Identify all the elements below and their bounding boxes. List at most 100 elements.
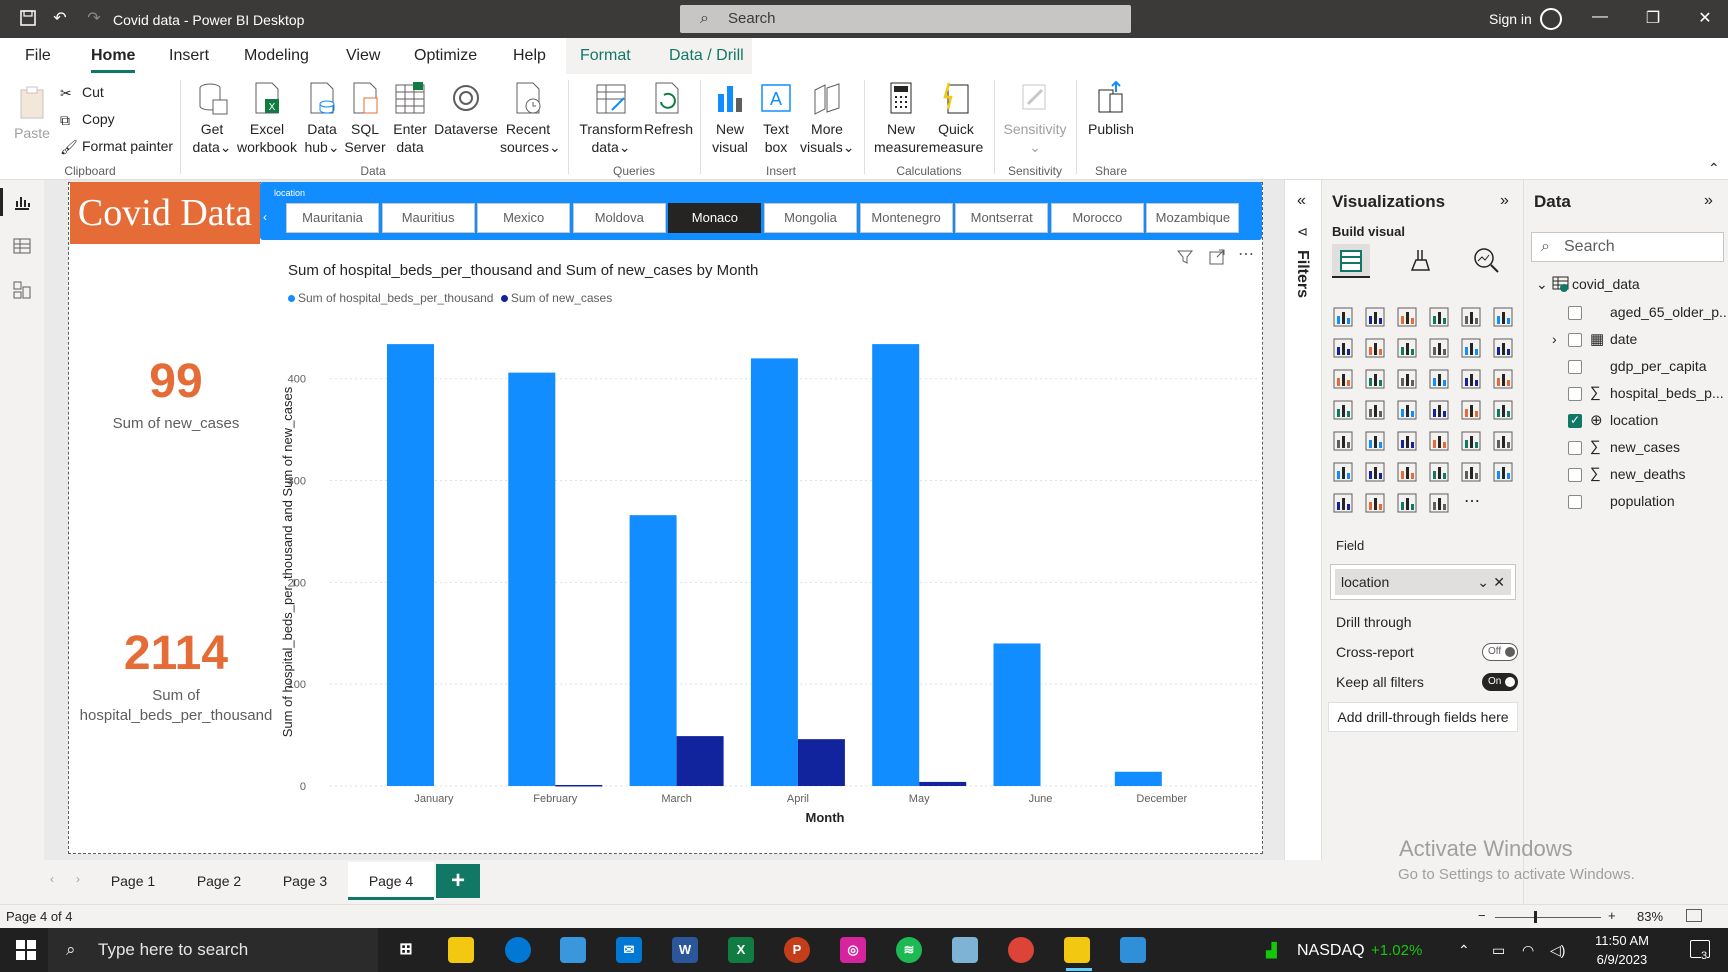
spotify-icon[interactable]: ≋ [896, 937, 922, 963]
publish-button[interactable]: Publish [1084, 80, 1138, 138]
tab-format[interactable]: Format [580, 47, 631, 65]
page-tab-2[interactable]: Page 2 [176, 862, 262, 900]
field-hospital-beds-p[interactable]: hospital_beds_p... [1610, 385, 1724, 401]
keep-filters-toggle[interactable]: On [1482, 673, 1518, 691]
powerpoint-icon[interactable]: P [784, 937, 810, 963]
page-tab-3[interactable]: Page 3 [262, 862, 348, 900]
field-new-deaths[interactable]: new_deaths [1610, 466, 1686, 482]
wifi-icon[interactable]: ◠ [1522, 942, 1534, 959]
windows-start-icon[interactable] [16, 940, 36, 960]
search-box[interactable]: ⌕ Search [680, 5, 1131, 33]
viz-paginated-icon[interactable] [1332, 492, 1356, 516]
cut-button[interactable]: ✂ Cut [60, 84, 104, 101]
system-clock[interactable]: 11:50 AM 6/9/2023 [1595, 931, 1649, 969]
sensitivity-button[interactable]: Sensitivity ⌄ [1000, 80, 1070, 156]
data-hub-button[interactable]: Data hub⌄ [302, 80, 342, 156]
field-checkbox[interactable] [1568, 306, 1582, 320]
field-pill[interactable]: location ⌄ ✕ [1335, 569, 1511, 595]
slicer-item[interactable]: Monaco [668, 203, 762, 233]
slicer-scroll-left-icon[interactable]: ‹ [263, 210, 267, 224]
tab-data-drill[interactable]: Data / Drill [669, 47, 744, 65]
page-scroll-left-icon[interactable]: ‹ [50, 872, 54, 886]
table-expand-chevron-icon[interactable]: ⌄ [1536, 276, 1548, 293]
refresh-button[interactable]: Refresh [644, 80, 693, 138]
instagram-icon[interactable]: ◎ [840, 937, 866, 963]
viz-line-stacked-column-icon[interactable] [1428, 337, 1452, 361]
zoom-slider-thumb[interactable] [1534, 911, 1537, 923]
viz-narrative-icon[interactable] [1428, 492, 1452, 516]
focus-mode-icon[interactable] [1208, 248, 1226, 271]
copy-button[interactable]: ⧉ Copy [60, 111, 115, 128]
slicer-item[interactable]: Moldova [572, 203, 666, 233]
store-icon[interactable] [560, 937, 586, 963]
mail-icon[interactable]: ✉ [616, 937, 642, 963]
minimize-icon[interactable]: — [1585, 8, 1615, 26]
viz-stacked-column-icon[interactable] [1364, 306, 1388, 330]
viz-stacked-bar-icon[interactable] [1332, 306, 1356, 330]
battery-icon[interactable]: ▭ [1492, 942, 1505, 959]
viz-matrix-icon[interactable] [1460, 430, 1484, 454]
viz-decomposition-tree-icon[interactable] [1396, 461, 1420, 485]
restore-icon[interactable]: ❐ [1638, 8, 1668, 28]
tab-modeling[interactable]: Modeling [244, 47, 309, 65]
add-drill-through-fields[interactable]: Add drill-through fields here [1328, 702, 1518, 732]
slicer-item[interactable]: Montserrat [955, 203, 1049, 233]
quick-measure-button[interactable]: Quick measure [928, 80, 984, 156]
tab-home[interactable]: Home [91, 47, 136, 73]
viz-line-icon[interactable] [1332, 337, 1356, 361]
add-page-button[interactable]: + [436, 864, 480, 898]
slicer-item[interactable]: Morocco [1050, 203, 1144, 233]
viz-card-icon[interactable] [1492, 399, 1516, 423]
slicer-item[interactable]: Mauritius [381, 203, 475, 233]
slicer-item[interactable]: Mexico [477, 203, 571, 233]
page-tab-4[interactable]: Page 4 [348, 862, 434, 900]
viz-ribbon-icon[interactable] [1492, 337, 1516, 361]
file-explorer-icon[interactable] [448, 937, 474, 963]
analytics-tab[interactable] [1472, 246, 1500, 277]
viz-donut-icon[interactable] [1460, 368, 1484, 392]
report-view-icon[interactable] [0, 188, 32, 216]
powerbi-icon[interactable] [1064, 937, 1090, 963]
zoom-slider[interactable] [1495, 917, 1601, 918]
save-icon[interactable] [18, 9, 38, 29]
field-checkbox[interactable] [1568, 387, 1582, 401]
viz-scatter-icon[interactable] [1396, 368, 1420, 392]
account-avatar-icon[interactable] [1540, 8, 1562, 30]
notes-icon[interactable] [952, 937, 978, 963]
viz-power-automate-icon[interactable] [1396, 492, 1420, 516]
viz-r-visual-icon[interactable] [1492, 430, 1516, 454]
redo-icon[interactable]: ↷ [84, 9, 104, 29]
tab-file[interactable]: File [25, 47, 51, 65]
viz-gauge-icon[interactable] [1460, 399, 1484, 423]
viz-clustered-bar-icon[interactable] [1396, 306, 1420, 330]
chevron-down-icon[interactable]: ⌄ [1477, 569, 1489, 595]
field-new-cases[interactable]: new_cases [1610, 439, 1680, 455]
get-data-button[interactable]: Get data⌄ [190, 80, 234, 156]
slicer-item[interactable]: Mozambique [1146, 203, 1240, 233]
volume-icon[interactable]: ◁) [1550, 942, 1565, 959]
field-aged-65-older-p[interactable]: aged_65_older_p... [1610, 304, 1728, 320]
table-covid-data[interactable]: covid_data [1572, 276, 1640, 292]
viz-map-icon[interactable] [1332, 399, 1356, 423]
fit-to-page-icon[interactable] [1686, 909, 1702, 922]
field-gdp-per-capita[interactable]: gdp_per_capita [1610, 358, 1707, 374]
format-painter-button[interactable]: 🖌 Format painter [60, 138, 173, 155]
cross-report-toggle[interactable]: Off [1482, 643, 1518, 661]
taskbar-search[interactable]: ⌕ Type here to search [48, 928, 378, 972]
close-icon[interactable]: ✕ [1690, 8, 1720, 28]
viz-python-visual-icon[interactable] [1332, 461, 1356, 485]
sql-server-button[interactable]: SQL Server [344, 80, 386, 156]
paste-button[interactable]: Paste [12, 84, 52, 142]
viz-qa-icon[interactable] [1428, 461, 1452, 485]
viz-trophy-icon[interactable] [1492, 461, 1516, 485]
new-measure-button[interactable]: New measure [874, 80, 928, 156]
field-population[interactable]: population [1610, 493, 1675, 509]
remove-field-icon[interactable]: ✕ [1493, 569, 1505, 595]
legend-item[interactable]: Sum of new_cases [500, 291, 612, 305]
viz-pie-icon[interactable] [1428, 368, 1452, 392]
field-date[interactable]: date [1610, 331, 1637, 347]
model-view-icon[interactable] [12, 280, 32, 300]
viz-slicer-icon[interactable] [1396, 430, 1420, 454]
viz-more-icon[interactable]: ⋯ [1460, 492, 1484, 516]
expand-date-chevron-icon[interactable]: › [1552, 331, 1557, 347]
